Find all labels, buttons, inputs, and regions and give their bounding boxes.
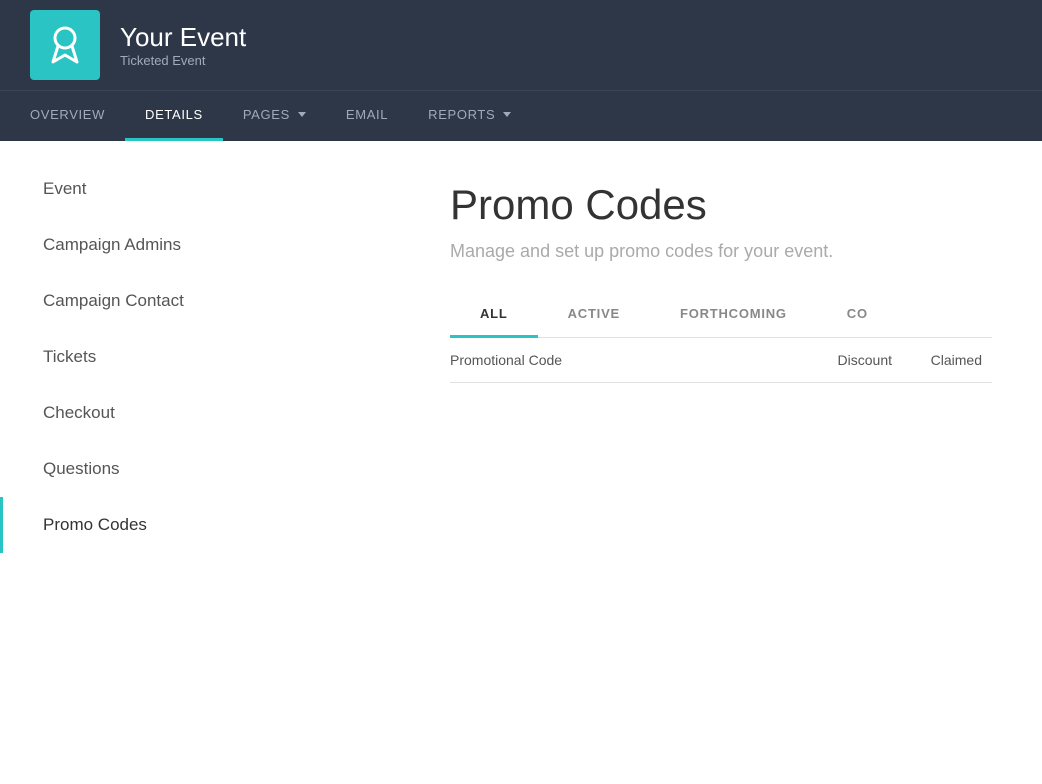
main-content: Promo Codes Manage and set up promo code… <box>400 141 1042 784</box>
app-header: Your Event Ticketed Event <box>0 0 1042 90</box>
tab-forthcoming[interactable]: FORTHCOMING <box>650 292 817 338</box>
sidebar: Event Campaign Admins Campaign Contact T… <box>0 141 400 784</box>
nav-item-reports[interactable]: REPORTS <box>408 91 531 141</box>
sidebar-item-campaign-admins[interactable]: Campaign Admins <box>0 217 400 273</box>
promo-table: Promotional Code Discount Claimed <box>450 338 992 383</box>
ribbon-icon <box>47 24 83 66</box>
logo-box <box>30 10 100 80</box>
table-header-row: Promotional Code Discount Claimed <box>450 338 992 383</box>
page-title: Promo Codes <box>450 181 992 229</box>
main-nav: OVERVIEW DETAILS PAGES EMAIL REPORTS <box>0 90 1042 141</box>
sidebar-item-questions[interactable]: Questions <box>0 441 400 497</box>
col-header-promo-code: Promotional Code <box>450 352 772 368</box>
main-layout: Event Campaign Admins Campaign Contact T… <box>0 141 1042 784</box>
pages-chevron-icon <box>298 112 306 117</box>
header-text: Your Event Ticketed Event <box>120 22 246 68</box>
tab-co[interactable]: CO <box>817 292 898 338</box>
tab-active[interactable]: ACTIVE <box>538 292 650 338</box>
sidebar-item-promo-codes[interactable]: Promo Codes <box>0 497 400 553</box>
sidebar-item-campaign-contact[interactable]: Campaign Contact <box>0 273 400 329</box>
page-subtitle: Manage and set up promo codes for your e… <box>450 241 992 262</box>
col-header-claimed: Claimed <box>892 352 992 368</box>
tab-all[interactable]: ALL <box>450 292 538 338</box>
reports-chevron-icon <box>503 112 511 117</box>
col-header-discount: Discount <box>772 352 892 368</box>
event-name: Your Event <box>120 22 246 53</box>
sidebar-item-checkout[interactable]: Checkout <box>0 385 400 441</box>
event-type: Ticketed Event <box>120 53 246 68</box>
nav-item-email[interactable]: EMAIL <box>326 91 408 141</box>
nav-item-pages[interactable]: PAGES <box>223 91 326 141</box>
sidebar-item-event[interactable]: Event <box>0 161 400 217</box>
nav-item-details[interactable]: DETAILS <box>125 91 223 141</box>
promo-tabs: ALL ACTIVE FORTHCOMING CO <box>450 292 992 338</box>
nav-item-overview[interactable]: OVERVIEW <box>30 91 125 141</box>
sidebar-item-tickets[interactable]: Tickets <box>0 329 400 385</box>
